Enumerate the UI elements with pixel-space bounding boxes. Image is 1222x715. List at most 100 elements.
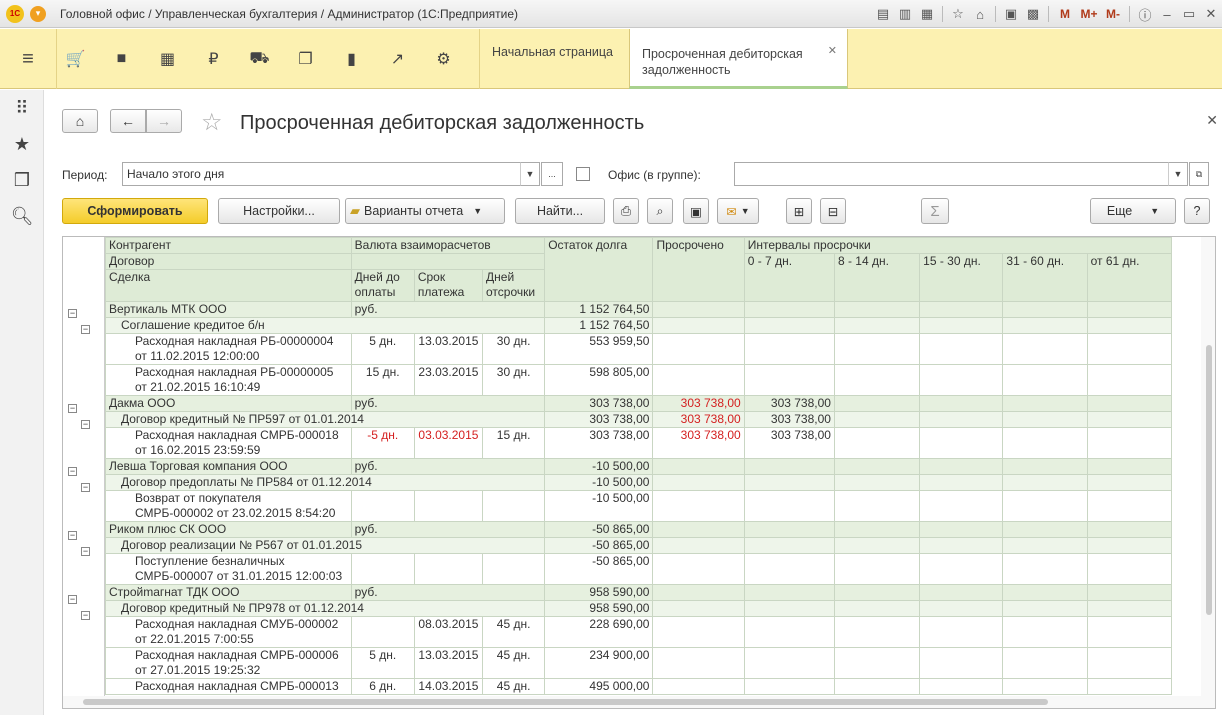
warehouse-icon[interactable]: ▦ (152, 43, 183, 75)
all-functions-icon[interactable]: ⠿ (0, 90, 44, 126)
collapse-groups-icon[interactable]: ⊟ (820, 198, 846, 224)
table-row[interactable]: Договор предоплаты № ПР584 от 01.12.2014… (104, 474, 1173, 491)
col-i61: от 61 дн. (1086, 253, 1173, 302)
memory-m-icon[interactable]: M (1053, 3, 1077, 25)
memory-minus-icon[interactable]: M- (1101, 3, 1125, 25)
header-row: Контрагент Валюта взаиморасчетов Остаток… (105, 237, 1173, 302)
table-row[interactable]: Возврат от покупателя СМРБ-000002 от 23.0… (105, 490, 1173, 522)
table-row[interactable]: Риком плюс СК ООО руб. -50 865,00 (105, 521, 1173, 538)
table-row[interactable]: Расходная накладная РБ-00000005 от 21.02.… (105, 364, 1173, 396)
print-icon[interactable]: ▥ (894, 3, 916, 25)
table-row[interactable]: Поступление безналичных СМРБ-000007 от 31… (105, 553, 1173, 585)
variants-label: Варианты отчета (364, 204, 464, 218)
collapse-group-icon[interactable]: − (68, 404, 77, 413)
settings-button[interactable]: Настройки... (218, 198, 340, 224)
memory-plus-icon[interactable]: M+ (1077, 3, 1101, 25)
table-row[interactable]: Договор кредитный № ПР978 от 01.12.2014 … (104, 600, 1173, 617)
ruble-icon[interactable]: ₽ (198, 43, 229, 75)
period-field[interactable]: Начало этого дня (122, 162, 540, 186)
col-intervals: Интервалы просрочки (743, 237, 1173, 254)
sum-button[interactable]: Σ (921, 198, 949, 224)
table-row[interactable]: Соглашение кредитое б/н 1 152 764,50 (104, 317, 1173, 334)
email-button[interactable]: ✉ ▼ (717, 198, 759, 224)
gear-icon[interactable]: ⚙ (428, 43, 459, 75)
cart-icon[interactable]: 🛒 (60, 43, 91, 75)
close-tab-icon[interactable]: ✕ (828, 43, 837, 59)
office-checkbox[interactable] (576, 167, 590, 181)
print-button-icon[interactable]: ⎙ (613, 198, 639, 224)
table-row[interactable]: Расходная накладная СМРБ-000013 6 дн. 14… (105, 678, 1173, 695)
table-row[interactable]: Дакма ООО руб. 303 738,00 303 738,00 303… (105, 395, 1173, 412)
bar-chart-icon[interactable]: ▮ (336, 43, 367, 75)
horizontal-scrollbar[interactable] (63, 696, 1215, 708)
hamburger-menu-icon[interactable]: ≡ (0, 29, 57, 89)
close-window-icon[interactable]: ✕ (1200, 3, 1222, 25)
variants-icon: ▰ (350, 203, 360, 218)
period-select-button[interactable]: ... (541, 162, 563, 186)
table-row[interactable]: Вертикаль МТК ООО руб. 1 152 764,50 (105, 301, 1173, 318)
table-row[interactable]: Левша Торговая компания ООО руб. -10 500… (105, 458, 1173, 475)
back-button[interactable]: ← (110, 109, 146, 133)
preview-icon[interactable]: ▦ (916, 3, 938, 25)
table-row[interactable]: Расходная накладная РБ-00000004 от 11.02.… (105, 333, 1173, 365)
col-deferral: Дней отсрочки (482, 269, 546, 302)
generate-button[interactable]: Сформировать (62, 198, 208, 224)
horizontal-scroll-thumb[interactable] (83, 699, 1048, 705)
search-icon[interactable]: 🔍︎ (0, 198, 44, 234)
collapse-group-icon[interactable]: − (68, 531, 77, 540)
table-row[interactable]: Расходная накладная СМУБ-000002 от 22.01.… (105, 616, 1173, 648)
truck-icon[interactable]: ⛟ (244, 43, 275, 75)
table-row[interactable]: Расходная накладная СМРБ-000006 от 27.01.… (105, 647, 1173, 679)
bag-icon[interactable]: ■ (106, 43, 137, 75)
collapse-group-icon[interactable]: − (68, 467, 77, 476)
vertical-scroll-thumb[interactable] (1206, 345, 1212, 615)
collapse-group-icon[interactable]: − (81, 483, 90, 492)
history-icon[interactable]: ❒ (0, 162, 44, 198)
info-icon[interactable]: ⓘ (1134, 3, 1156, 25)
collapse-group-icon[interactable]: − (81, 420, 90, 429)
favorites-add-icon[interactable]: ☆ (947, 3, 969, 25)
period-dropdown-icon[interactable]: ▼ (520, 162, 540, 186)
tab-home[interactable]: Начальная страница (479, 29, 629, 89)
office-dropdown-icon[interactable]: ▼ (1168, 162, 1188, 186)
vertical-scrollbar[interactable] (1201, 237, 1215, 708)
home-button[interactable]: ⌂ (62, 109, 98, 133)
table-row[interactable]: Стройmагнат ТДК ООО руб. 958 590,00 (105, 584, 1173, 601)
trend-icon[interactable]: ↗ (382, 43, 413, 75)
office-open-icon[interactable]: ⧉ (1189, 162, 1209, 186)
report-grid: Контрагент Валюта взаиморасчетов Остаток… (104, 237, 1173, 695)
tab-overdue-receivables[interactable]: Просроченная дебиторская задолженность ✕ (629, 29, 848, 89)
collapse-group-icon[interactable]: − (81, 611, 90, 620)
collapse-group-icon[interactable]: − (68, 595, 77, 604)
more-button[interactable]: Еще ▼ (1090, 198, 1176, 224)
table-row[interactable]: Договор кредитный № ПР597 от 01.01.2014 … (104, 411, 1173, 428)
maximize-icon[interactable]: ▭ (1178, 3, 1200, 25)
calculator-icon[interactable]: ▣ (1000, 3, 1022, 25)
side-panel: ⠿ ★ ❒ 🔍︎ (0, 90, 44, 715)
report-table[interactable]: − − − − − − − − − − Контрагент Валюта вз… (62, 236, 1216, 709)
favorites-icon[interactable]: ★ (0, 126, 44, 162)
minimize-icon[interactable]: – (1156, 3, 1178, 25)
main-menu-icon[interactable]: ▾ (30, 5, 46, 22)
bookmark-icon[interactable]: ⌂ (969, 3, 991, 25)
collapse-group-icon[interactable]: − (81, 325, 90, 334)
collapse-group-icon[interactable]: − (81, 547, 90, 556)
table-row[interactable]: Расходная накладная СМРБ-000018 от 16.02.… (105, 427, 1173, 459)
close-form-icon[interactable]: ✕ (1206, 112, 1218, 129)
table-row[interactable]: Договор реализации № Р567 от 01.01.2015 … (104, 537, 1173, 554)
collapse-group-icon[interactable]: − (68, 309, 77, 318)
preview-button-icon[interactable]: ⌕ (647, 198, 673, 224)
save-icon[interactable]: ▤ (872, 3, 894, 25)
envelope-icon: ✉ (726, 204, 737, 219)
chevron-down-icon: ▼ (473, 206, 483, 216)
find-button[interactable]: Найти... (515, 198, 605, 224)
report-variants-button[interactable]: ▰ Варианты отчета ▼ (345, 198, 505, 224)
expand-groups-icon[interactable]: ⊞ (786, 198, 812, 224)
favorite-star-icon[interactable]: ☆ (201, 108, 223, 137)
documents-icon[interactable]: ❐ (290, 43, 321, 75)
help-button[interactable]: ? (1184, 198, 1210, 224)
calendar-icon[interactable]: ▩ (1022, 3, 1044, 25)
forward-button[interactable]: → (146, 109, 182, 133)
office-field[interactable] (734, 162, 1188, 186)
save-button-icon[interactable]: ▣ (683, 198, 709, 224)
